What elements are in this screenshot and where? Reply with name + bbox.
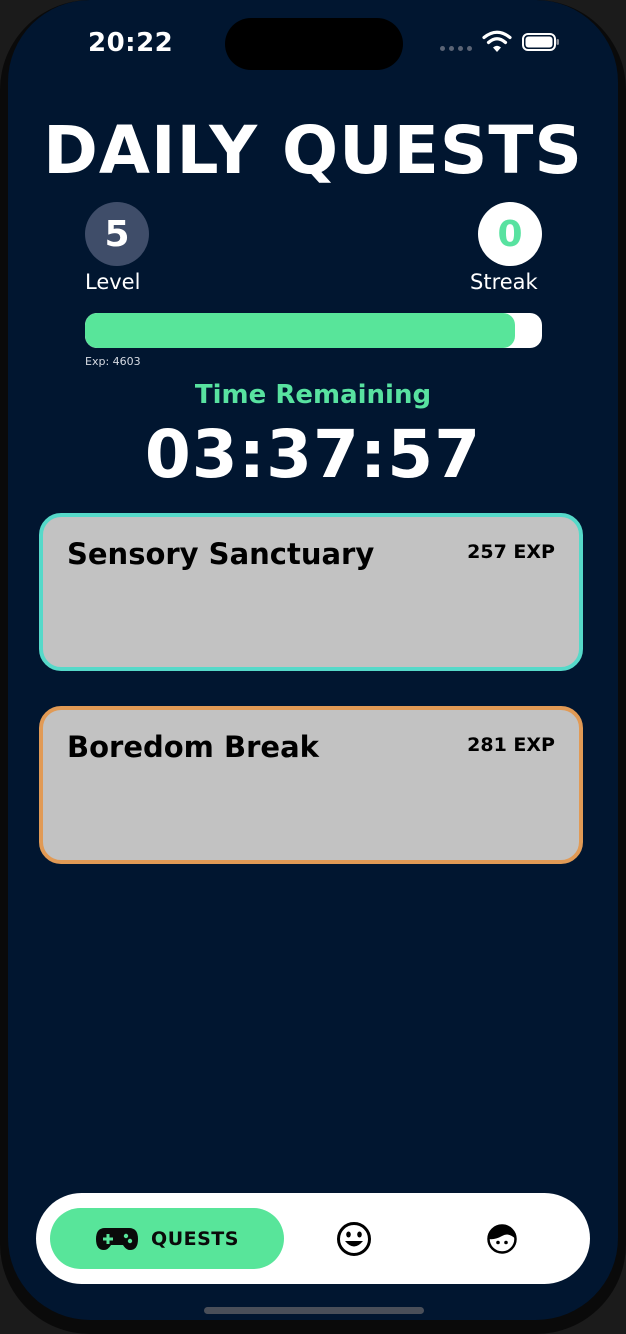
quest-name: Sensory Sanctuary: [67, 537, 375, 571]
wifi-icon: [482, 30, 512, 52]
smiley-face-icon[interactable]: [336, 1221, 372, 1257]
quest-exp: 281 EXP: [467, 734, 555, 756]
gamepad-icon: [96, 1227, 139, 1250]
app-screen: 20:22 DAILY QUESTS 5 Level 0 Streak Exp:…: [8, 0, 618, 1320]
tab-quests-label: QUESTS: [151, 1227, 239, 1250]
exp-progress-fill: [85, 313, 515, 348]
level-label: Level: [85, 270, 141, 294]
quest-name: Boredom Break: [67, 730, 319, 764]
home-indicator[interactable]: [204, 1307, 424, 1314]
bottom-tab-bar: QUESTS: [36, 1193, 590, 1284]
quest-card[interactable]: Boredom Break 281 EXP: [39, 706, 583, 864]
profile-face-icon[interactable]: [487, 1224, 517, 1254]
tab-quests[interactable]: QUESTS: [50, 1208, 284, 1269]
cellular-signal-icon: [440, 46, 472, 51]
status-time: 20:22: [88, 28, 174, 58]
streak-badge: 0: [478, 202, 542, 266]
countdown-timer: 03:37:57: [144, 416, 482, 493]
battery-icon: [522, 33, 559, 51]
exp-progress-bar: [85, 313, 542, 348]
quest-exp: 257 EXP: [467, 541, 555, 563]
level-badge: 5: [85, 202, 149, 266]
quest-card[interactable]: Sensory Sanctuary 257 EXP: [39, 513, 583, 671]
time-remaining-label: Time Remaining: [194, 380, 432, 410]
phone-frame: 20:22 DAILY QUESTS 5 Level 0 Streak Exp:…: [0, 0, 626, 1334]
dynamic-island: [225, 18, 403, 70]
exp-text: Exp: 4603: [85, 355, 141, 368]
streak-label: Streak: [470, 270, 538, 294]
page-title: DAILY QUESTS: [43, 112, 583, 189]
